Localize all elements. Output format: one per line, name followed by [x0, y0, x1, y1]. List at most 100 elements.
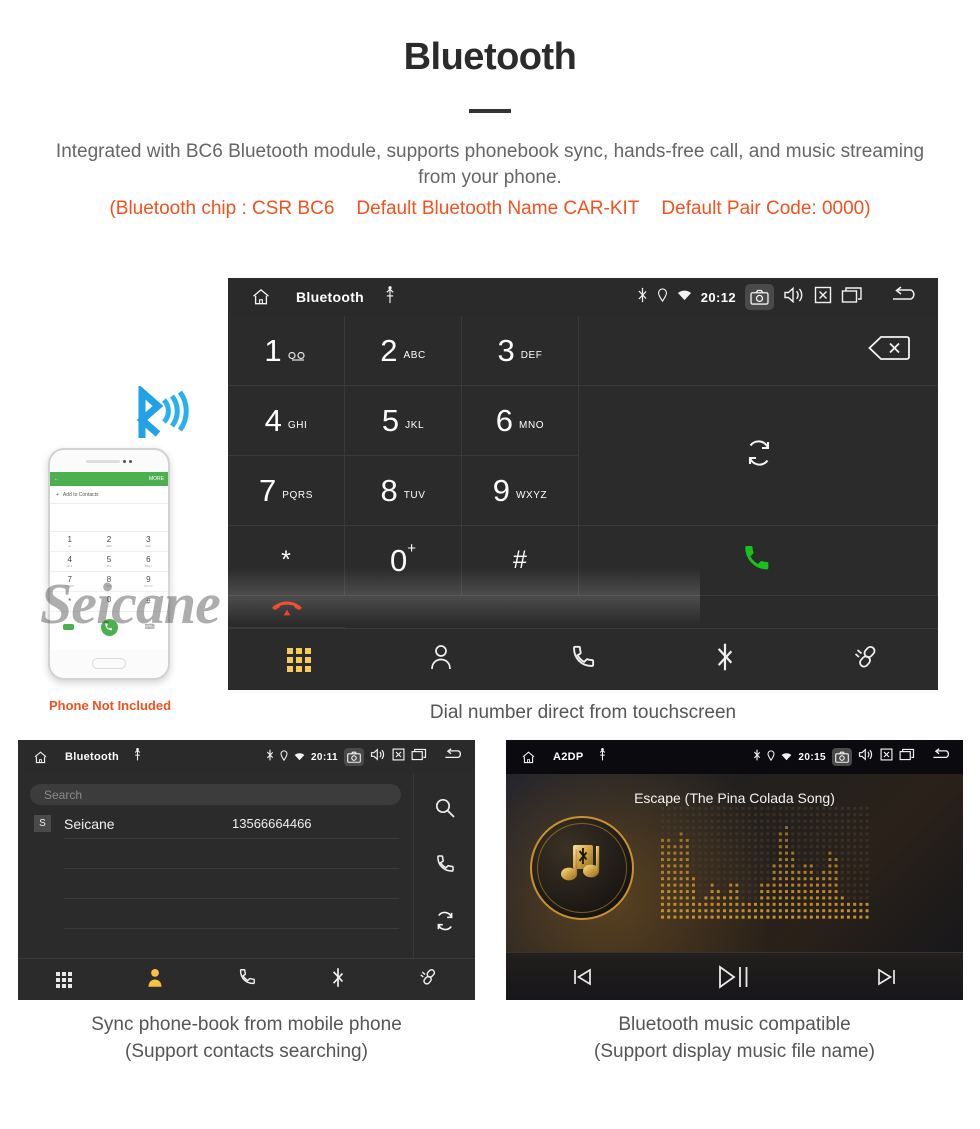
- dialpad-key-hash[interactable]: #: [462, 526, 579, 596]
- key-letters: JKL: [405, 419, 425, 431]
- location-icon: [657, 287, 668, 307]
- dialpad-key-2[interactable]: 2 ABC: [345, 316, 462, 386]
- phone-key: 9 WXYZ: [128, 572, 168, 592]
- next-track-button[interactable]: [811, 965, 963, 989]
- bluetooth-icon: [266, 748, 274, 766]
- phone-key: 4 GHI: [50, 552, 90, 572]
- nav-dialpad[interactable]: [18, 971, 109, 988]
- backspace-button[interactable]: [579, 316, 938, 386]
- dialpad-key-9[interactable]: 9 WXYZ: [462, 456, 579, 526]
- mute-icon[interactable]: [392, 748, 405, 766]
- camera-icon[interactable]: [344, 748, 364, 766]
- phone-not-included-note: Phone Not Included: [48, 698, 172, 713]
- page-title: Bluetooth: [403, 36, 577, 78]
- phone-key: *: [50, 592, 90, 612]
- dialpad-key-3[interactable]: 3 DEF: [462, 316, 579, 386]
- usb-icon: [384, 285, 396, 309]
- call-log-icon[interactable]: [434, 853, 456, 880]
- home-icon[interactable]: [32, 750, 49, 765]
- play-pause-button[interactable]: [658, 964, 810, 990]
- phone-action-row: ⌨: [50, 612, 168, 642]
- clock: 20:15: [798, 751, 826, 763]
- camera-icon[interactable]: [745, 284, 774, 310]
- key-digit: 0: [389, 543, 408, 578]
- contact-initial-badge: S: [34, 815, 51, 832]
- backspace-icon: [868, 335, 910, 366]
- contact-row[interactable]: S Seicane 13566664466: [34, 809, 399, 839]
- call-log-icon: [237, 967, 257, 992]
- hangup-button[interactable]: [228, 596, 345, 628]
- status-bar: Bluetooth 20:12: [228, 278, 938, 316]
- contacts-icon: [146, 967, 164, 992]
- volume-icon[interactable]: [858, 748, 874, 766]
- dialpad-key-5[interactable]: 5 JKL: [345, 386, 462, 456]
- location-icon: [280, 748, 288, 766]
- recents-icon[interactable]: [411, 748, 427, 766]
- dialpad-key-7[interactable]: 7 PQRS: [228, 456, 345, 526]
- previous-track-button[interactable]: [506, 965, 658, 989]
- back-icon[interactable]: [443, 748, 465, 766]
- status-bar: Bluetooth 20:11: [18, 740, 475, 774]
- nav-dialpad[interactable]: [228, 647, 370, 672]
- camera-icon[interactable]: [832, 748, 852, 766]
- phone-sim-icon: [63, 624, 75, 630]
- screen-title: A2DP: [553, 751, 584, 763]
- key-letters: ABC: [403, 349, 426, 361]
- dialpad-key-1[interactable]: 1: [228, 316, 345, 386]
- nav-contacts[interactable]: [109, 967, 200, 992]
- volume-icon[interactable]: [370, 748, 386, 766]
- spec-pair-code: Default Pair Code: 0000): [661, 198, 871, 220]
- nav-pair-link[interactable]: [796, 643, 938, 676]
- page-subtitle: Integrated with BC6 Bluetooth module, su…: [55, 141, 925, 188]
- phone-add-contacts-row: + Add to Contacts: [50, 486, 168, 504]
- home-icon[interactable]: [250, 287, 272, 307]
- contact-row-empty[interactable]: [64, 839, 399, 869]
- phone-number-field: [50, 504, 168, 532]
- nav-call-log[interactable]: [512, 643, 654, 676]
- contact-number: 13566664466: [232, 816, 312, 831]
- back-icon[interactable]: [890, 285, 920, 309]
- phone-back-icon: ←: [54, 476, 59, 482]
- main-caption: Dial number direct from touchscreen: [429, 702, 737, 723]
- add-contacts-label: Add to Contacts: [62, 491, 99, 498]
- key-digit: *: [281, 546, 291, 574]
- sync-button[interactable]: [579, 386, 938, 526]
- home-icon[interactable]: [520, 750, 537, 765]
- phonebook-side-rail: [413, 774, 475, 958]
- contact-row-empty[interactable]: [64, 869, 399, 899]
- dialpad-key-4[interactable]: 4 GHI: [228, 386, 345, 456]
- nav-bluetooth[interactable]: [654, 642, 796, 677]
- dialpad-key-8[interactable]: 8 TUV: [345, 456, 462, 526]
- phone-key: 0 +: [89, 592, 129, 612]
- nav-call-log[interactable]: [201, 967, 292, 992]
- call-button[interactable]: [579, 526, 938, 596]
- sync-icon[interactable]: [434, 910, 456, 937]
- recents-icon[interactable]: [899, 748, 915, 766]
- bluetooth-icon: [753, 748, 761, 766]
- nav-pair-link[interactable]: [384, 967, 475, 992]
- key-digit: 8: [380, 473, 398, 508]
- back-icon[interactable]: [931, 748, 953, 766]
- caption-phonebook: Sync phone-book from mobile phone (Suppo…: [18, 1012, 475, 1065]
- track-title: Escape (The Pina Colada Song): [634, 790, 835, 806]
- dialpad-key-6[interactable]: 6 MNO: [462, 386, 579, 456]
- search-icon[interactable]: [434, 797, 456, 824]
- nav-bluetooth[interactable]: [292, 967, 383, 993]
- recents-icon[interactable]: [841, 286, 863, 309]
- bluetooth-icon: [715, 642, 735, 677]
- dialpad-key-0[interactable]: 0 +: [345, 526, 462, 596]
- mute-icon[interactable]: [814, 286, 832, 309]
- contact-row-empty[interactable]: [64, 899, 399, 929]
- dialpad-key-star[interactable]: *: [228, 526, 345, 596]
- key-letters: GHI: [287, 419, 308, 431]
- playback-controls: [506, 952, 963, 1000]
- bluetooth-signal-icon: [122, 384, 196, 442]
- key-letters: WXYZ: [515, 489, 548, 501]
- nav-contacts[interactable]: [370, 643, 512, 676]
- phone-key: #: [128, 592, 168, 612]
- mute-icon[interactable]: [880, 748, 893, 766]
- search-input[interactable]: Search: [30, 784, 401, 805]
- key-digit: 5: [381, 403, 400, 438]
- volume-icon[interactable]: [783, 286, 805, 309]
- key-digit: #: [513, 546, 527, 574]
